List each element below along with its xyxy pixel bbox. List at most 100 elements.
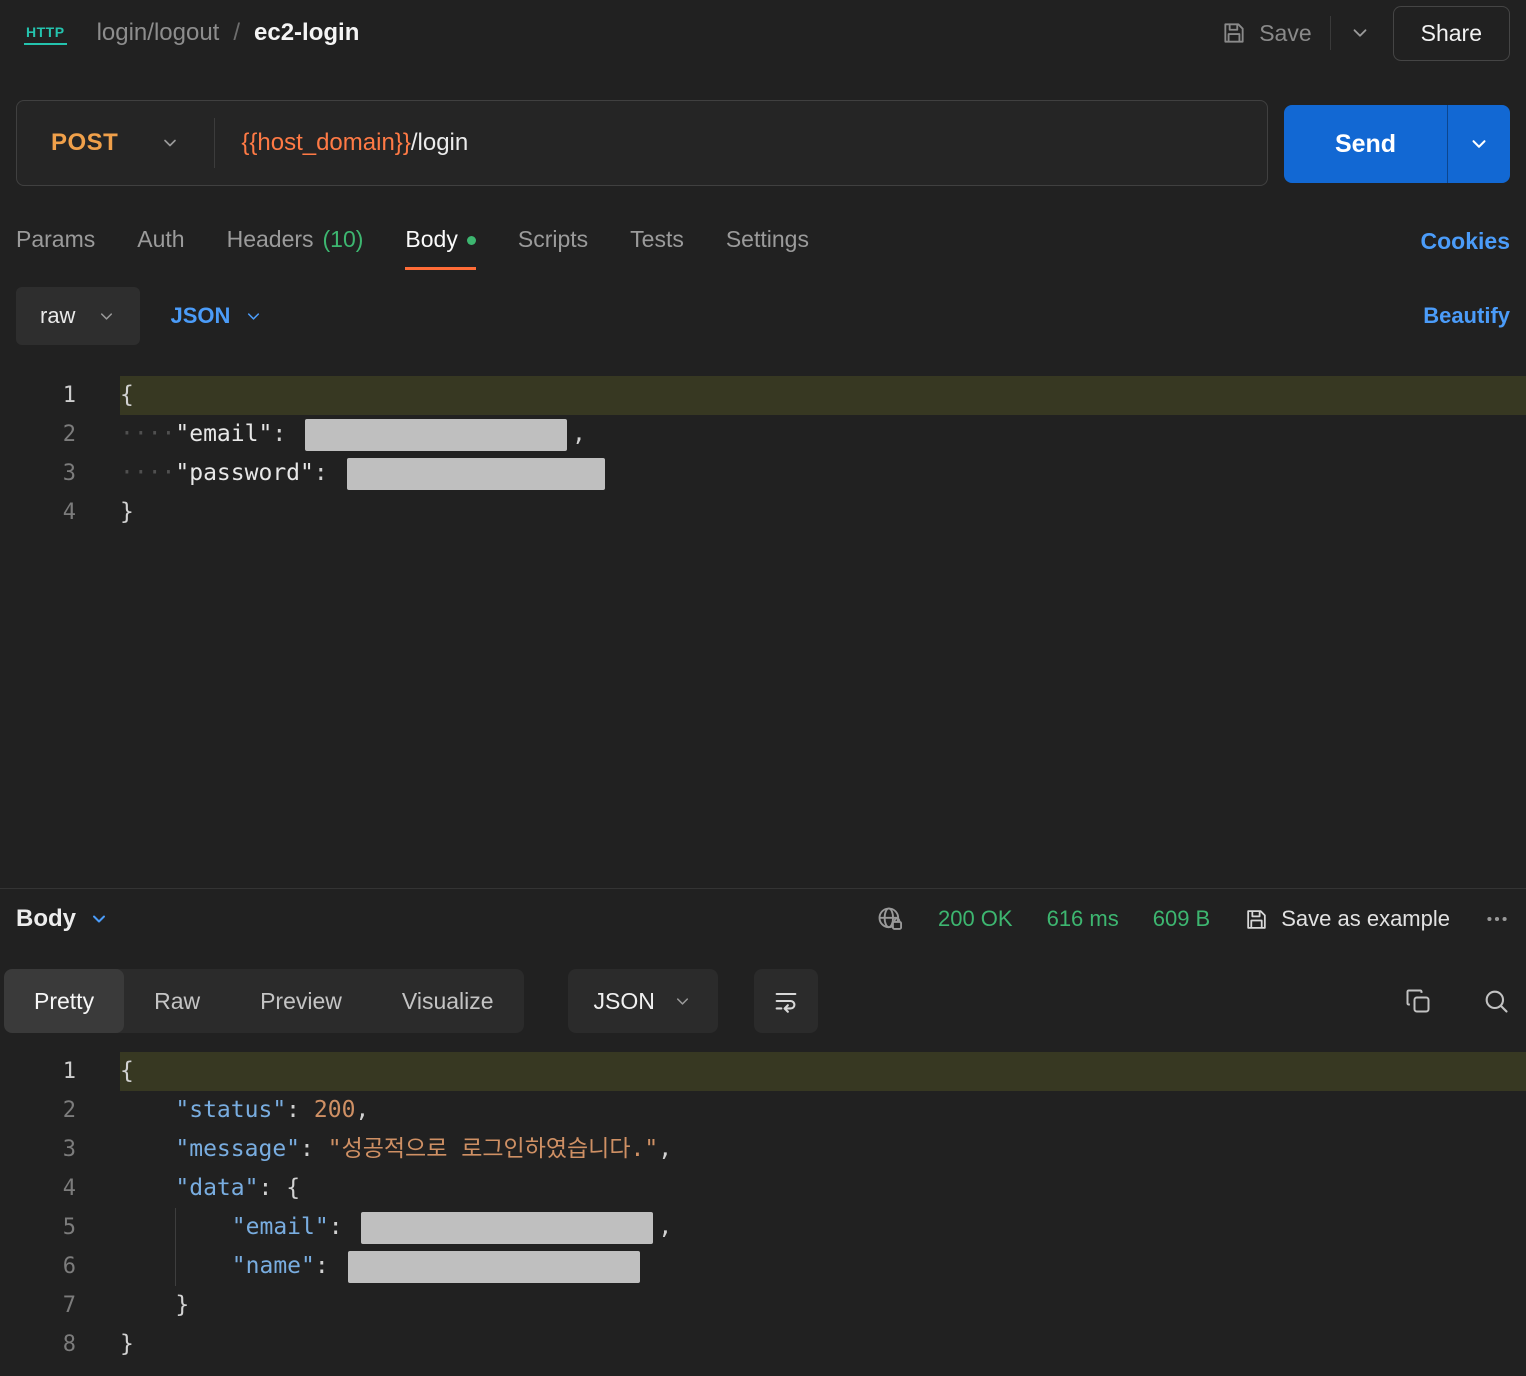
code-token: } [175, 1292, 190, 1318]
code-token: "password" [175, 460, 314, 486]
tab-label: Visualize [401, 987, 494, 1014]
chevron-down-icon [97, 307, 116, 326]
response-view-tabs: Pretty Raw Preview Visualize [4, 969, 524, 1033]
request-editor[interactable]: 1{2 ····"email": , 3 ····"password": 4} [0, 376, 1526, 886]
code-line-content: "status": 200, [120, 1091, 1526, 1130]
tab-label: Settings [725, 226, 809, 252]
wrap-lines-button[interactable] [753, 969, 818, 1033]
top-actions: Save Share [1221, 5, 1510, 61]
code-token: : [300, 1136, 328, 1162]
code-token: "status" [175, 1097, 287, 1123]
response-body-label: Body [16, 905, 76, 932]
line-number: 2 [62, 1098, 76, 1123]
code-line-content: } [120, 493, 1526, 532]
response-editor[interactable]: 1{ 2 "status": 200, 3 "message": "성공적으로 로그… [0, 1052, 1526, 1376]
code-token: "성공적으로 로그인하였습니다." [327, 1136, 659, 1162]
tab-preview[interactable]: Preview [230, 969, 372, 1033]
copy-icon[interactable] [1404, 987, 1432, 1015]
divider [1329, 16, 1331, 50]
url-path: /login [410, 129, 469, 156]
line-number: 3 [62, 1137, 76, 1162]
tab-pretty[interactable]: Pretty [4, 969, 125, 1033]
line-number: 1 [62, 1059, 76, 1084]
code-line-content: "message": "성공적으로 로그인하였습니다.", [120, 1130, 1526, 1169]
code-token: : [328, 1214, 357, 1240]
send-button[interactable]: Send [1284, 105, 1447, 183]
code-token: { [120, 382, 134, 408]
response-size: 609 B [1152, 906, 1211, 931]
response-tools [1404, 987, 1510, 1015]
request-title[interactable]: ec2-login [254, 19, 359, 47]
save-options-chevron[interactable] [1349, 22, 1371, 44]
tab-tests[interactable]: Tests [630, 212, 684, 270]
response-meta: 200 OK 616 ms 609 B Save as example [876, 905, 1510, 933]
save-button[interactable]: Save [1221, 20, 1312, 47]
code-line: 4 "data": { [0, 1169, 1526, 1208]
line-number: 4 [62, 1176, 76, 1201]
code-line: 1{ [0, 1052, 1526, 1091]
save-icon [1221, 20, 1247, 46]
url-variable: {{host_domain}} [241, 129, 411, 156]
code-token: "message" [175, 1136, 301, 1162]
search-icon[interactable] [1482, 987, 1510, 1015]
chevron-down-icon [89, 909, 109, 929]
code-line-content: ····"email": , [120, 415, 1526, 454]
breadcrumb-collection[interactable]: login/logout [97, 19, 220, 47]
beautify-link[interactable]: Beautify [1423, 303, 1510, 329]
tab-label: Params [16, 226, 96, 252]
code-token: } [120, 499, 134, 525]
save-icon [1244, 907, 1269, 932]
line-number: 6 [62, 1254, 76, 1279]
top-bar: HTTP login/logout / ec2-login Save Share [0, 0, 1526, 66]
tab-visualize[interactable]: Visualize [372, 969, 524, 1033]
code-token: ···· [120, 460, 176, 486]
response-body-toggle[interactable]: Body [16, 905, 109, 933]
divider [0, 888, 1526, 889]
code-token: , [658, 1214, 673, 1240]
response-header: Body 200 OK 616 ms 609 B Save as example [16, 892, 1510, 946]
code-token: , [658, 1136, 673, 1162]
send-options-chevron[interactable] [1447, 105, 1510, 183]
tab-body[interactable]: Body [405, 212, 476, 270]
body-language-label: JSON [170, 303, 231, 328]
tab-scripts[interactable]: Scripts [518, 212, 588, 270]
network-info-icon[interactable] [876, 905, 904, 933]
body-format-label: raw [40, 303, 76, 328]
tab-settings[interactable]: Settings [726, 212, 809, 270]
body-format-toolbar: raw JSON Beautify [16, 286, 1510, 346]
tab-label: Headers [226, 226, 314, 252]
request-url-bar: POST {{host_domain}}/login [16, 100, 1268, 186]
divider [214, 118, 216, 168]
code-token: 200 [313, 1097, 356, 1123]
code-token: : [314, 1253, 343, 1279]
code-line-content: } [120, 1286, 1526, 1325]
tab-raw[interactable]: Raw [124, 969, 230, 1033]
code-line: 5 "email": , [0, 1208, 1526, 1247]
body-format-dropdown[interactable]: raw [16, 287, 141, 345]
chevron-down-icon [244, 307, 263, 326]
cookies-link[interactable]: Cookies [1421, 228, 1510, 255]
tab-params[interactable]: Params [16, 212, 95, 270]
save-as-example-button[interactable]: Save as example [1244, 906, 1450, 932]
code-token: : [286, 1097, 314, 1123]
tab-headers[interactable]: Headers (10) [227, 212, 364, 270]
code-line: 8} [0, 1325, 1526, 1364]
share-button[interactable]: Share [1392, 5, 1510, 61]
tab-label: Scripts [517, 226, 589, 252]
body-language-dropdown[interactable]: JSON [170, 303, 263, 329]
chevron-down-icon [673, 992, 692, 1011]
code-token: } [120, 1331, 134, 1357]
more-options-icon[interactable] [1484, 906, 1510, 932]
line-number: 3 [62, 461, 76, 486]
url-input[interactable]: {{host_domain}}/login [241, 129, 468, 157]
code-line-content: } [120, 1325, 1526, 1364]
code-line-content: "data": { [120, 1169, 1526, 1208]
method-dropdown[interactable]: POST [17, 129, 214, 157]
code-token: , [355, 1097, 370, 1123]
response-language-dropdown[interactable]: JSON [567, 969, 718, 1033]
code-token: : [258, 1175, 287, 1201]
tab-auth[interactable]: Auth [137, 212, 184, 270]
http-request-icon: HTTP [24, 21, 67, 45]
save-as-example-label: Save as example [1281, 906, 1450, 931]
